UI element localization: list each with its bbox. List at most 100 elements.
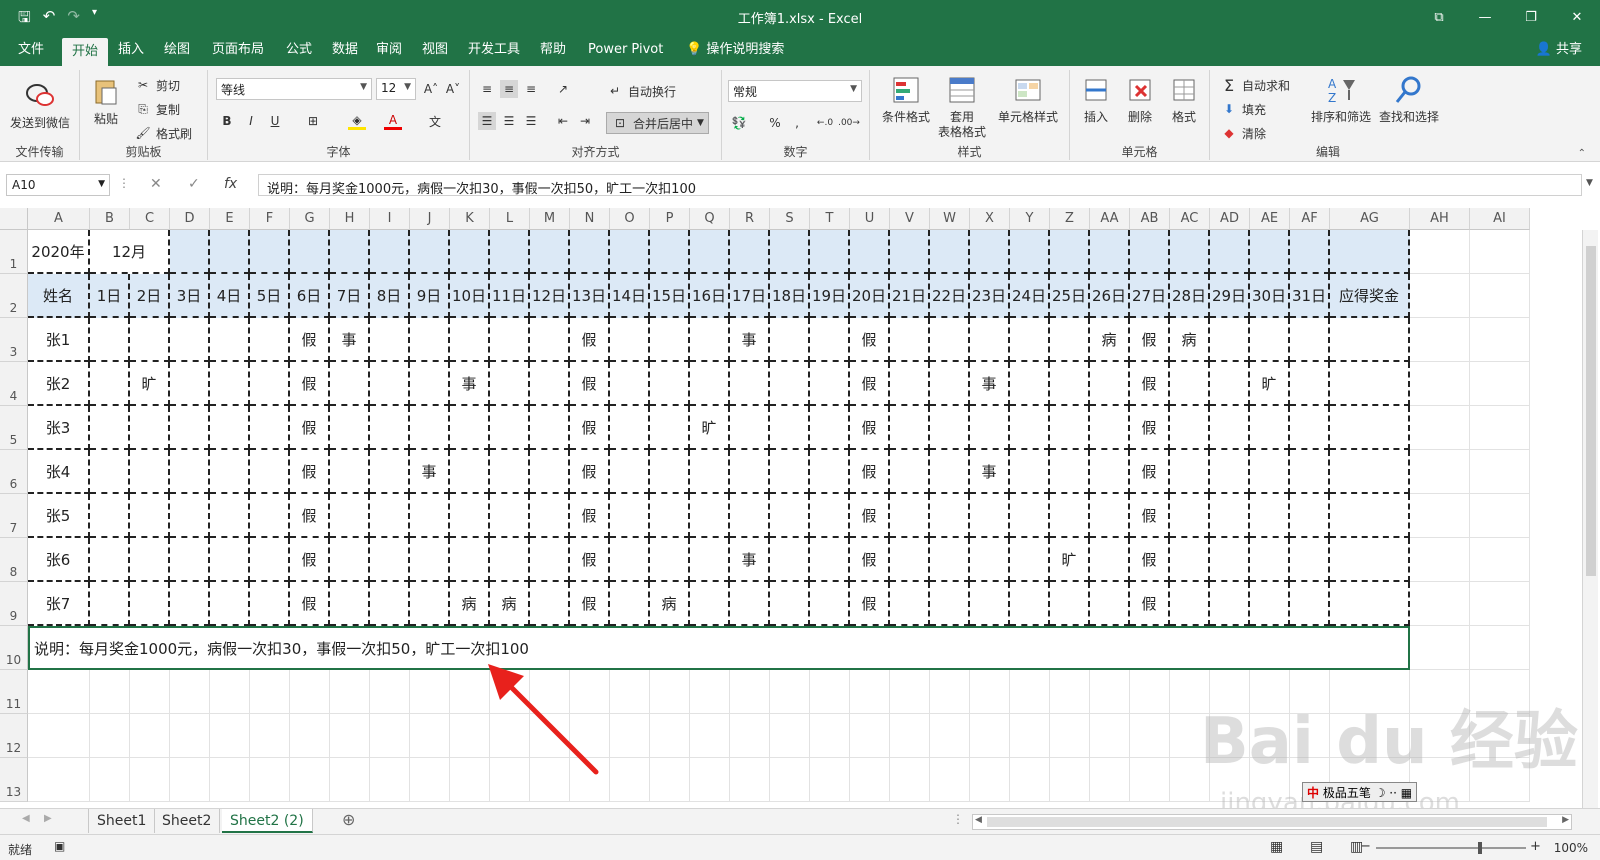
cell[interactable] [1470,230,1530,274]
cell-attendance-mark[interactable]: 假 [850,406,890,450]
row-header[interactable]: 2 [0,274,28,318]
cell[interactable] [970,318,1010,362]
cell[interactable] [1210,406,1250,450]
cell[interactable] [1050,714,1090,758]
insert-function-icon[interactable]: fx [224,176,237,192]
cell-attendance-mark[interactable]: 病 [450,582,490,626]
cell[interactable] [930,670,970,714]
formula-input[interactable]: 说明：每月奖金1000元，病假一次扣30，事假一次扣50，旷工一次扣100 [258,174,1582,197]
cell[interactable] [250,494,290,538]
cell-header-blank[interactable] [450,230,490,274]
cell-attendance-mark[interactable]: 假 [1130,318,1170,362]
cell[interactable] [1170,670,1210,714]
cell-day-header[interactable]: 8日 [370,274,410,318]
cell[interactable] [530,318,570,362]
sheet-tab-sheet2-copy[interactable]: Sheet2 (2) [222,809,313,833]
cell[interactable] [970,714,1010,758]
cell[interactable] [1470,758,1530,802]
column-header[interactable]: AH [1410,208,1470,230]
cell[interactable] [730,494,770,538]
cell[interactable] [730,582,770,626]
expand-formula-bar-icon[interactable]: ▼ [1586,178,1593,188]
format-painter-button[interactable]: 🖌 格式刷 [134,124,192,142]
cell[interactable] [370,670,410,714]
cell[interactable] [1410,582,1470,626]
cell[interactable] [450,538,490,582]
cell[interactable] [1050,318,1090,362]
cell-day-header[interactable]: 31日 [1290,274,1330,318]
cell[interactable] [1470,274,1530,318]
cell[interactable] [210,538,250,582]
cell[interactable] [210,406,250,450]
tab-view[interactable]: 视图 [412,34,458,66]
cell-name-header[interactable]: 姓名 [28,274,90,318]
cell[interactable] [170,494,210,538]
wrap-text-button[interactable]: ↵ 自动换行 [606,82,676,100]
cell[interactable] [1050,406,1090,450]
percent-button[interactable]: % [766,114,784,132]
cell-day-header[interactable]: 29日 [1210,274,1250,318]
cell[interactable] [170,406,210,450]
font-name-dropdown[interactable]: 等线 ▼ [216,78,372,100]
cell-header-blank[interactable] [1330,230,1410,274]
scroll-right-icon[interactable]: ▶ [1562,815,1569,825]
cell[interactable] [410,670,450,714]
cell[interactable] [250,714,290,758]
cell-day-header[interactable]: 24日 [1010,274,1050,318]
add-sheet-icon[interactable]: ⊕ [342,810,355,829]
conditional-formatting-button[interactable]: 条件格式 [874,74,938,125]
cell[interactable] [1290,494,1330,538]
cell-attendance-mark[interactable]: 病 [1170,318,1210,362]
column-header[interactable]: AI [1470,208,1530,230]
cell[interactable] [370,758,410,802]
cell[interactable] [90,450,130,494]
cell[interactable] [410,362,450,406]
column-header[interactable]: P [650,208,690,230]
cell[interactable] [410,538,450,582]
zoom-slider-thumb[interactable] [1478,842,1482,854]
cell[interactable] [610,450,650,494]
cell[interactable] [850,714,890,758]
cell-bonus-value[interactable] [1330,582,1410,626]
cell[interactable] [90,494,130,538]
cell[interactable] [930,538,970,582]
paste-button[interactable]: 粘贴 [86,76,126,127]
cell[interactable] [810,318,850,362]
column-header[interactable]: AB [1130,208,1170,230]
cell-header-blank[interactable] [1050,230,1090,274]
cell[interactable] [90,582,130,626]
cancel-icon[interactable]: ✕ [150,176,162,192]
sheet-tab-sheet2[interactable]: Sheet2 [154,809,221,833]
cell-month[interactable]: 12月 [90,230,170,274]
cell[interactable] [330,450,370,494]
cell[interactable] [90,714,130,758]
cell[interactable] [1090,450,1130,494]
column-header[interactable]: AG [1330,208,1410,230]
cell-bonus-value[interactable] [1330,406,1410,450]
cell-day-header[interactable]: 30日 [1250,274,1290,318]
cell[interactable] [250,318,290,362]
cell[interactable] [1290,318,1330,362]
cell[interactable] [770,670,810,714]
cell-attendance-mark[interactable]: 假 [290,582,330,626]
cell-header-blank[interactable] [370,230,410,274]
cell[interactable] [1410,230,1470,274]
cell[interactable] [1090,362,1130,406]
cell[interactable] [690,714,730,758]
cell[interactable] [650,538,690,582]
cell-header-blank[interactable] [1090,230,1130,274]
cell[interactable] [250,450,290,494]
cell-employee-name[interactable]: 张1 [28,318,90,362]
cell[interactable] [450,494,490,538]
row-header[interactable]: 13 [0,758,28,802]
cell[interactable] [1170,450,1210,494]
cell[interactable] [210,318,250,362]
borders-button[interactable]: ⊞ [304,112,322,130]
cell[interactable] [330,494,370,538]
cell-day-header[interactable]: 6日 [290,274,330,318]
cell-bonus-value[interactable] [1330,538,1410,582]
cell[interactable] [530,538,570,582]
cell[interactable] [850,758,890,802]
cell-bonus-header[interactable]: 应得奖金 [1330,274,1410,318]
cell-day-header[interactable]: 5日 [250,274,290,318]
